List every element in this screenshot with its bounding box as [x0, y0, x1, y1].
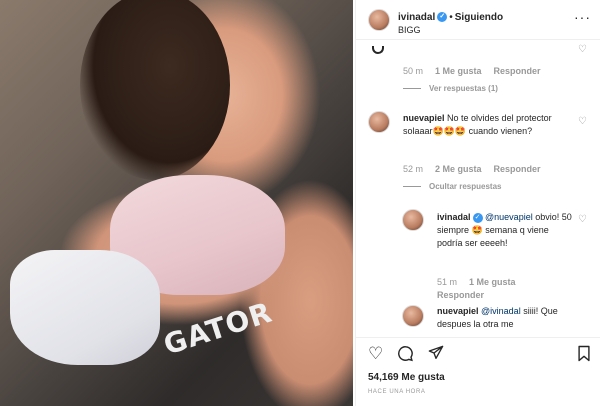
- reply-mention[interactable]: @nuevapiel: [485, 212, 533, 222]
- comments-list[interactable]: ♡ 50 m 1 Me gusta Responder Ver respuestas…: [356, 41, 600, 337]
- post-photo[interactable]: GATOR: [0, 0, 353, 406]
- reply-username[interactable]: nuevapiel: [437, 306, 479, 316]
- comment-time: 50 m: [403, 66, 424, 76]
- comment-meta: 50 m 1 Me gusta Responder: [403, 66, 553, 76]
- comment-time: 52 m: [403, 164, 424, 174]
- comment-icon[interactable]: [397, 345, 414, 366]
- reply-avatar[interactable]: [402, 305, 424, 327]
- reply-meta-2: Responder: [437, 290, 496, 300]
- reply-mention[interactable]: @ivinadal: [481, 306, 521, 316]
- post-actions: ♡ 54,169 Me gusta HACE UNA HORA: [356, 337, 600, 406]
- more-options-icon[interactable]: ···: [574, 10, 591, 24]
- verified-badge-icon: ✓: [472, 212, 483, 223]
- likes-count[interactable]: 54,169 Me gusta: [368, 372, 445, 383]
- reply-likes[interactable]: 1 Me gusta: [469, 277, 516, 287]
- comment-meta: 52 m 2 Me gusta Responder: [403, 164, 553, 174]
- author-line: ivinadal ✓ • Siguiendo: [398, 12, 503, 23]
- comment-likes[interactable]: 2 Me gusta: [435, 164, 482, 174]
- reply-username[interactable]: ivinadal: [437, 212, 471, 222]
- author-avatar[interactable]: [368, 9, 390, 31]
- hide-replies-link[interactable]: Ocultar respuestas: [403, 182, 501, 191]
- commenter-avatar[interactable]: [368, 111, 390, 133]
- heart-icon[interactable]: ♡: [578, 44, 587, 55]
- photo-hair: [80, 0, 230, 180]
- photo-shorts: [10, 250, 160, 365]
- photo-brand-text: GATOR: [159, 295, 277, 362]
- separator-dot: •: [449, 12, 453, 23]
- reply-meta: 51 m 1 Me gusta: [437, 277, 528, 287]
- heart-icon[interactable]: ♡: [578, 214, 587, 225]
- heart-icon[interactable]: ♡: [578, 116, 587, 127]
- comment: nuevapiel No te olvides del protector so…: [403, 112, 573, 138]
- follow-status-button[interactable]: Siguiendo: [455, 12, 503, 23]
- reply-comment: nuevapiel @ivinadal siiii! Que despues l…: [437, 305, 577, 331]
- share-icon[interactable]: [428, 345, 444, 365]
- reply-avatar[interactable]: [402, 209, 424, 231]
- reply-time: 51 m: [437, 277, 458, 287]
- verified-badge-icon: ✓: [437, 12, 448, 23]
- author-username[interactable]: ivinadal: [398, 12, 435, 23]
- post-side-panel: ivinadal ✓ • Siguiendo BIGG ··· ♡ 50 m1 Me …: [355, 0, 600, 406]
- bookmark-icon[interactable]: [577, 345, 591, 366]
- reply-button[interactable]: Responder: [494, 66, 541, 76]
- view-replies-link[interactable]: Ver respuestas (1): [403, 84, 498, 93]
- heart-icon[interactable]: ♡: [368, 345, 383, 363]
- partial-comment-avatar: [372, 46, 384, 54]
- reply-comment: ivinadal ✓ @nuevapiel obvio! 50 siempre 🤩…: [437, 211, 572, 250]
- comment-username[interactable]: nuevapiel: [403, 113, 445, 123]
- post-header: ivinadal ✓ • Siguiendo BIGG ···: [356, 0, 600, 40]
- reply-button[interactable]: Responder: [437, 290, 484, 300]
- post-location[interactable]: BIGG: [398, 25, 421, 35]
- reply-button[interactable]: Responder: [494, 164, 541, 174]
- comment-likes[interactable]: 1 Me gusta: [435, 66, 482, 76]
- post-timestamp: HACE UNA HORA: [368, 389, 426, 395]
